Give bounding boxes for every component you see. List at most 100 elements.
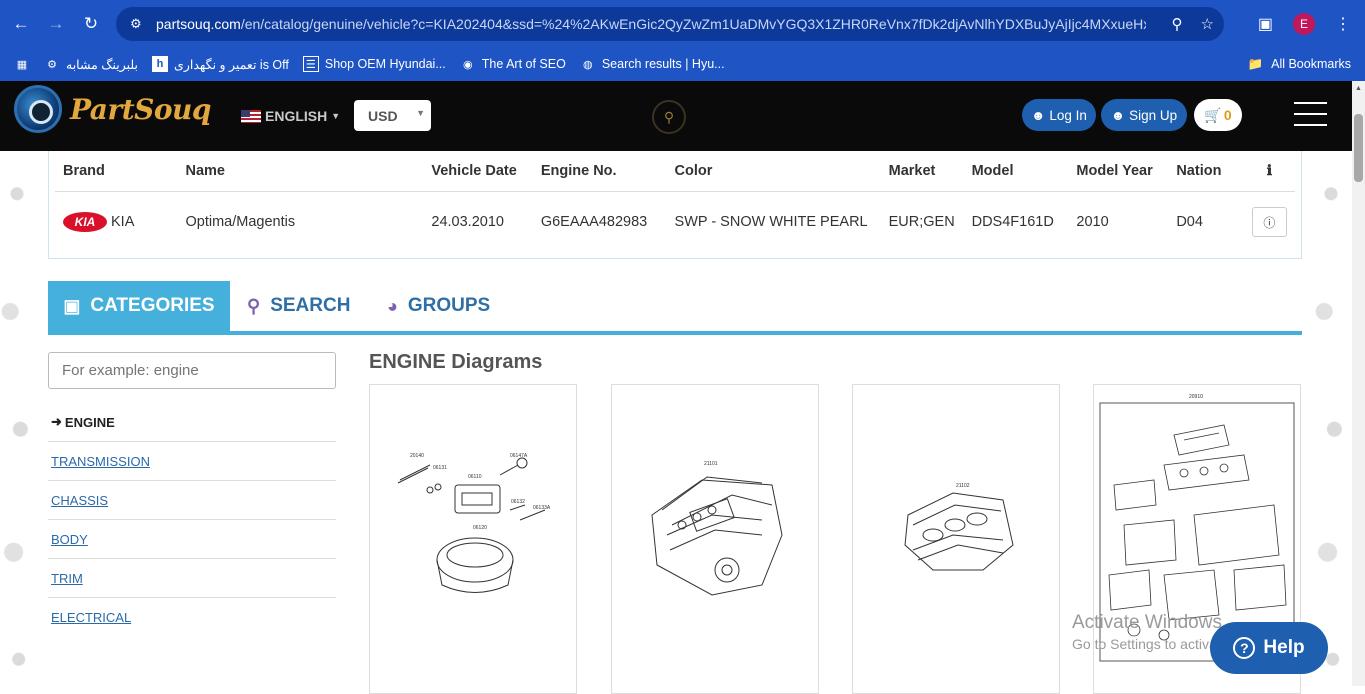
profile-avatar[interactable]: E <box>1293 12 1315 35</box>
column-header: Nation <box>1168 151 1244 192</box>
brand-value: KIA <box>111 214 135 231</box>
column-header: Engine No. <box>532 151 667 192</box>
info-icon: ℹ <box>1243 151 1295 192</box>
part-label: 06131 <box>433 465 447 471</box>
category-trim[interactable]: TRIM <box>48 559 336 598</box>
apps-icon[interactable]: ▦ <box>14 56 30 72</box>
info-cell: ⓘ <box>1244 191 1295 253</box>
table-header-row: Brand Name Vehicle Date Engine No. Color… <box>55 151 1295 192</box>
vehicle-info-button[interactable]: ⓘ <box>1251 207 1287 238</box>
bookmark-item[interactable]: h تعمیر و نگهداری is Off <box>152 56 289 72</box>
part-label: 20140 <box>410 453 424 459</box>
site-info-icon[interactable]: ⚙ <box>130 16 156 32</box>
category-body[interactable]: BODY <box>48 520 336 559</box>
catalog-tabs: ▣ CATEGORIES ⚲ SEARCH ◕ GROUPS <box>48 281 1302 335</box>
forward-icon[interactable]: → <box>42 10 70 38</box>
diagram-image: 20140 06131 06110 06147A 06132 06133A 06… <box>397 453 551 593</box>
star-icon[interactable]: ☆ <box>1201 15 1214 33</box>
tab-label: GROUPS <box>407 295 491 316</box>
cart-button[interactable]: 🛒 0 <box>1194 99 1242 131</box>
currency-select[interactable]: USD ▼ <box>354 100 431 131</box>
globe-icon: ◉ <box>462 58 473 71</box>
diagram-image: 21101 <box>651 461 783 596</box>
signup-button[interactable]: ☻ Sign Up <box>1101 99 1187 131</box>
vehicle-info-panel: Brand Name Vehicle Date Engine No. Color… <box>48 151 1302 259</box>
diagrams-title: ENGINE Diagrams <box>369 351 543 373</box>
bookmark-item[interactable]: ◉ The Art of SEO <box>460 56 566 72</box>
nation-cell: D04 <box>1176 214 1203 231</box>
help-label: Help <box>1263 637 1305 658</box>
login-label: Log In <box>1049 107 1087 123</box>
user-plus-icon: ☻ <box>1110 107 1126 123</box>
column-header: Model Year <box>1068 151 1169 192</box>
reload-icon[interactable]: ↻ <box>77 10 105 38</box>
site-icon: ◍ <box>583 58 593 71</box>
diagram-card[interactable]: 21102 <box>852 384 1060 694</box>
part-label: 06147A <box>510 453 528 459</box>
search-icon: ⚲ <box>247 295 261 316</box>
all-bookmarks-label: All Bookmarks <box>1271 57 1351 71</box>
url-text[interactable]: partsouq.com/en/catalog/genuine/vehicle?… <box>156 16 1146 32</box>
login-button[interactable]: ☻ Log In <box>1022 99 1096 131</box>
category-filter-input[interactable] <box>48 352 336 389</box>
language-selector[interactable]: ENGLISH ▼ <box>241 108 340 124</box>
partsouq-logo[interactable]: PartSouq <box>14 85 211 133</box>
search-icon[interactable]: ⚲ <box>652 100 686 134</box>
part-label: 21102 <box>956 483 970 489</box>
diagram-card[interactable]: 21101 <box>611 384 819 694</box>
arrow-circle-right-icon: ➜ <box>51 414 62 429</box>
model-cell: DDS4F161D <box>971 214 1054 231</box>
help-button[interactable]: ? Help <box>1210 622 1328 674</box>
part-label: 06110 <box>468 474 482 480</box>
address-bar[interactable]: ⚙ partsouq.com/en/catalog/genuine/vehicl… <box>116 7 1224 41</box>
column-header: Name <box>177 151 424 192</box>
diagram-image: 21102 <box>904 483 1014 571</box>
year-cell: 2010 <box>1076 214 1109 231</box>
extensions-icon[interactable]: ▣ <box>1258 14 1273 34</box>
page-scrollbar[interactable]: ▲ <box>1352 81 1365 686</box>
tab-categories[interactable]: ▣ CATEGORIES <box>48 281 230 331</box>
folder-icon: 📁 <box>1247 56 1264 71</box>
part-label: 06120 <box>473 525 487 531</box>
scroll-thumb[interactable] <box>1354 114 1363 182</box>
back-icon[interactable]: ← <box>7 10 35 38</box>
bookmark-label: تعمیر و نگهداری is Off <box>174 57 289 72</box>
diagram-card[interactable]: 20140 06131 06110 06147A 06132 06133A 06… <box>369 384 577 694</box>
date-cell: 24.03.2010 <box>431 214 504 231</box>
column-header: Brand <box>55 151 178 192</box>
table-row: KIA KIA Optima/Magentis 24.03.2010 G6EAAA… <box>55 191 1295 253</box>
category-electrical[interactable]: ELECTRICAL <box>48 598 336 637</box>
vehicle-table: Brand Name Vehicle Date Engine No. Color… <box>55 151 1295 253</box>
user-icon: ☻ <box>1031 107 1046 123</box>
hamburger-menu-icon[interactable] <box>1294 102 1327 126</box>
logo-text: PartSouq <box>70 92 211 126</box>
bookmark-item[interactable]: ⚙ بلبرینگ مشابه <box>44 56 138 72</box>
bookmark-item[interactable]: ☰ Shop OEM Hyundai... <box>302 56 446 72</box>
category-transmission[interactable]: TRANSMISSION <box>48 442 336 481</box>
engine-cell: G6EAAA482983 <box>540 214 648 231</box>
color-cell: SWP - SNOW WHITE PEARL <box>674 214 868 231</box>
scroll-up-icon[interactable]: ▲ <box>1355 85 1362 92</box>
url-host: partsouq.com <box>156 16 241 32</box>
zoom-icon[interactable]: ⚲ <box>1172 15 1183 33</box>
menu-dots-icon[interactable]: ⋮ <box>1335 14 1351 34</box>
part-label: 21101 <box>704 461 718 467</box>
cart-count: 0 <box>1223 107 1232 123</box>
bookmark-label: The Art of SEO <box>481 57 566 71</box>
site-icon: h <box>152 56 169 72</box>
category-list: ➜ ENGINE TRANSMISSION CHASSIS BODY TRIM E… <box>48 403 336 637</box>
category-chassis[interactable]: CHASSIS <box>48 481 336 520</box>
bookmark-label: بلبرینگ مشابه <box>66 57 139 72</box>
part-label: 06133A <box>533 505 551 511</box>
bookmark-item[interactable]: ◍ Search results | Hyu... <box>580 56 725 72</box>
all-bookmarks[interactable]: 📁 All Bookmarks <box>1248 47 1351 81</box>
category-engine[interactable]: ➜ ENGINE <box>48 403 336 442</box>
tab-groups[interactable]: ◕ GROUPS <box>387 281 490 331</box>
tab-search[interactable]: ⚲ SEARCH <box>247 281 350 331</box>
question-icon: ? <box>1233 637 1256 659</box>
bookmark-label: Search results | Hyu... <box>601 57 725 71</box>
bookmarks-bar: ▦ ⚙ بلبرینگ مشابه h تعمیر و نگهداری is Off… <box>0 47 1365 81</box>
image-icon: ▣ <box>63 295 81 316</box>
column-header: Model <box>963 151 1069 192</box>
dashboard-icon: ◕ <box>387 295 398 316</box>
